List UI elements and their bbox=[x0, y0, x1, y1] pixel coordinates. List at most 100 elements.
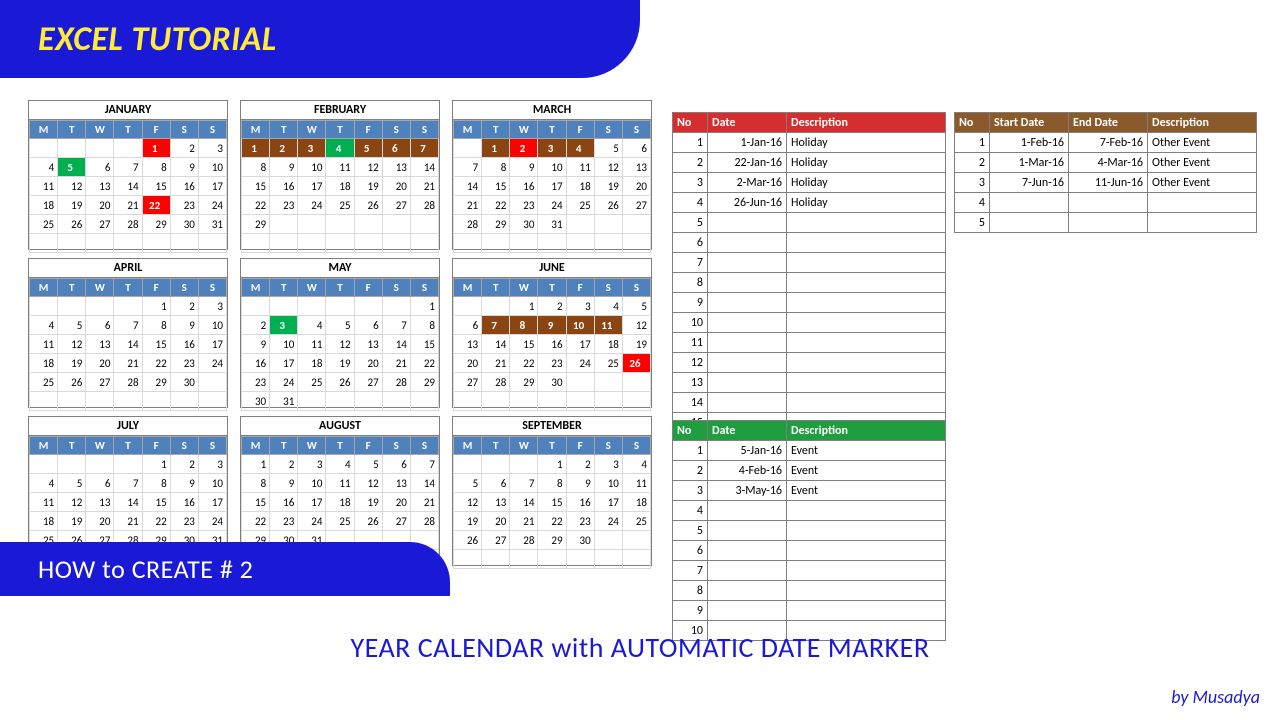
day-cell: 1 bbox=[142, 297, 170, 316]
cell bbox=[708, 561, 787, 581]
month-name: JULY bbox=[29, 417, 227, 436]
day-cell: 24 bbox=[298, 512, 326, 531]
day-cell: 22 bbox=[482, 196, 510, 215]
day-cell: 11 bbox=[326, 474, 354, 493]
cell: 4-Mar-16 bbox=[1069, 153, 1148, 173]
day-cell: 30 bbox=[510, 215, 538, 234]
day-cell bbox=[538, 234, 566, 253]
day-cell: 3 bbox=[198, 139, 226, 158]
cell bbox=[787, 601, 946, 621]
day-cell: 17 bbox=[298, 493, 326, 512]
month-name: APRIL bbox=[29, 259, 227, 278]
day-cell: 6 bbox=[86, 316, 114, 335]
day-cell: 2 bbox=[242, 316, 270, 335]
day-cell bbox=[410, 392, 438, 411]
month-name: JUNE bbox=[453, 259, 651, 278]
day-cell: 29 bbox=[410, 373, 438, 392]
day-cell bbox=[410, 234, 438, 253]
day-cell bbox=[30, 297, 58, 316]
day-cell: 8 bbox=[142, 474, 170, 493]
day-cell: 11 bbox=[326, 158, 354, 177]
day-cell: 15 bbox=[482, 177, 510, 196]
day-cell bbox=[86, 392, 114, 411]
day-cell bbox=[622, 373, 650, 392]
day-cell: 24 bbox=[594, 512, 622, 531]
day-cell: 8 bbox=[242, 474, 270, 493]
day-cell: 21 bbox=[114, 196, 142, 215]
day-cell: 14 bbox=[410, 158, 438, 177]
month-name: AUGUST bbox=[241, 417, 439, 436]
day-cell: 14 bbox=[482, 335, 510, 354]
day-cell: 6 bbox=[382, 455, 410, 474]
day-cell: 28 bbox=[410, 196, 438, 215]
day-cell: 24 bbox=[270, 373, 298, 392]
day-cell: 23 bbox=[170, 512, 198, 531]
day-cell: 16 bbox=[170, 493, 198, 512]
day-cell bbox=[622, 392, 650, 411]
day-cell: 31 bbox=[270, 392, 298, 411]
day-cell: 8 bbox=[538, 474, 566, 493]
dow-header: T bbox=[58, 437, 86, 455]
day-cell bbox=[510, 550, 538, 569]
table-row: 10 bbox=[673, 313, 946, 333]
day-cell: 8 bbox=[510, 316, 538, 335]
day-cell: 8 bbox=[142, 158, 170, 177]
cell bbox=[787, 233, 946, 253]
cell: Holiday bbox=[787, 193, 946, 213]
day-cell: 23 bbox=[170, 196, 198, 215]
dow-header: F bbox=[566, 437, 594, 455]
day-cell: 13 bbox=[86, 177, 114, 196]
day-cell: 26 bbox=[622, 354, 650, 373]
month-name: FEBRUARY bbox=[241, 101, 439, 120]
day-cell: 20 bbox=[454, 354, 482, 373]
dow-header: S bbox=[382, 121, 410, 139]
dow-header: W bbox=[510, 121, 538, 139]
cell: 5 bbox=[673, 521, 708, 541]
day-cell: 18 bbox=[594, 335, 622, 354]
day-cell: 31 bbox=[538, 215, 566, 234]
table-row: 33-May-16Event bbox=[673, 481, 946, 501]
day-cell: 20 bbox=[382, 177, 410, 196]
cell: 2 bbox=[673, 153, 708, 173]
day-cell bbox=[594, 531, 622, 550]
day-cell: 2 bbox=[538, 297, 566, 316]
day-cell bbox=[270, 234, 298, 253]
day-cell: 9 bbox=[170, 158, 198, 177]
day-cell: 24 bbox=[198, 196, 226, 215]
day-cell: 3 bbox=[298, 139, 326, 158]
col-header: No bbox=[673, 421, 708, 441]
cell bbox=[787, 213, 946, 233]
day-cell bbox=[326, 215, 354, 234]
day-cell bbox=[198, 373, 226, 392]
day-cell: 7 bbox=[410, 455, 438, 474]
day-cell: 22 bbox=[242, 196, 270, 215]
day-cell: 1 bbox=[482, 139, 510, 158]
cell: 3 bbox=[955, 173, 990, 193]
day-cell bbox=[170, 234, 198, 253]
cell bbox=[787, 541, 946, 561]
day-cell bbox=[454, 139, 482, 158]
day-cell: 9 bbox=[270, 158, 298, 177]
day-cell bbox=[454, 392, 482, 411]
cell bbox=[708, 333, 787, 353]
day-cell bbox=[382, 392, 410, 411]
day-cell bbox=[114, 455, 142, 474]
day-cell: 2 bbox=[170, 297, 198, 316]
day-cell: 23 bbox=[510, 196, 538, 215]
day-cell: 14 bbox=[114, 335, 142, 354]
day-cell bbox=[58, 234, 86, 253]
calendar-grid: JANUARYMTWTFSS12345678910111213141516171… bbox=[28, 100, 652, 566]
day-cell: 2 bbox=[170, 455, 198, 474]
day-cell: 22 bbox=[538, 512, 566, 531]
dow-header: T bbox=[270, 437, 298, 455]
day-cell bbox=[482, 455, 510, 474]
day-cell: 1 bbox=[410, 297, 438, 316]
day-cell bbox=[198, 392, 226, 411]
day-cell: 15 bbox=[510, 335, 538, 354]
cell bbox=[708, 253, 787, 273]
dow-header: F bbox=[354, 121, 382, 139]
day-cell bbox=[566, 373, 594, 392]
dow-header: M bbox=[454, 121, 482, 139]
day-cell: 3 bbox=[270, 316, 298, 335]
cell bbox=[1148, 193, 1257, 213]
